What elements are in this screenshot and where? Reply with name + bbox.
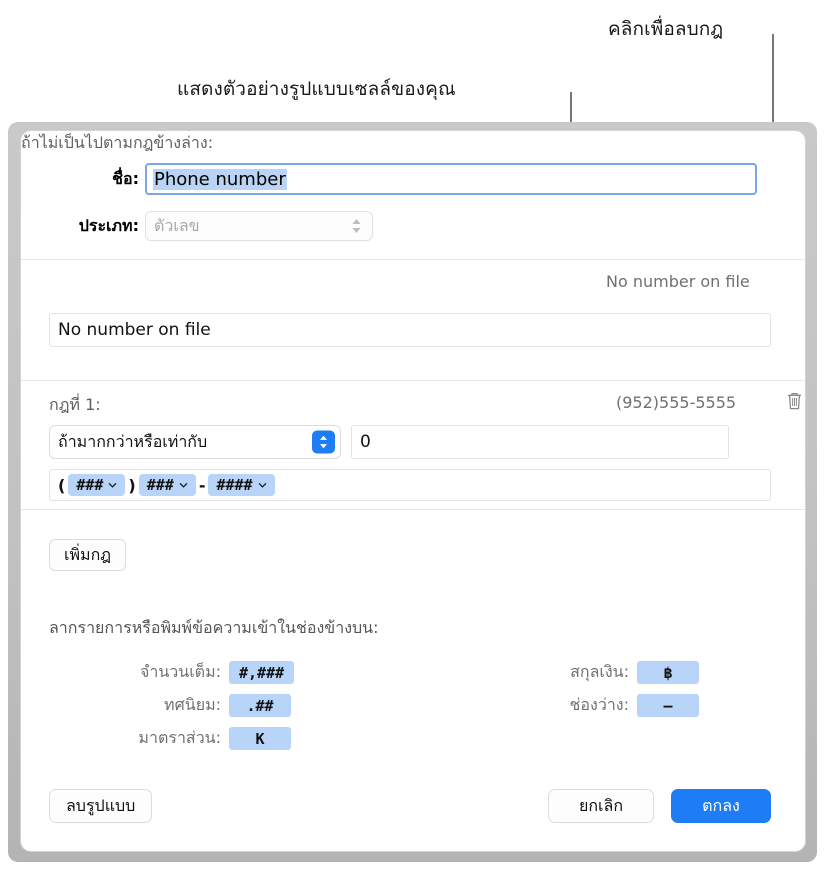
type-row: ประเภท: ตัวเลข xyxy=(21,211,805,241)
palette-token-integer[interactable]: #,### xyxy=(229,661,295,684)
palette-token-scale[interactable]: K xyxy=(229,727,291,750)
palette-token-currency[interactable]: ฿ xyxy=(637,661,699,684)
fallback-preview-text: No number on file xyxy=(606,272,750,291)
chevron-down-icon xyxy=(108,482,117,488)
condition-value-input[interactable]: 0 xyxy=(351,425,729,459)
palette-row-integer: จำนวนเต็ม: #,### xyxy=(103,660,295,685)
cancel-button[interactable]: ยกเลิก xyxy=(548,789,654,823)
palette-label: สกุลเงิน: xyxy=(570,662,629,681)
rule-label: กฎที่ 1: xyxy=(49,395,101,414)
add-rule-button[interactable]: เพิ่มกฎ xyxy=(49,539,126,571)
palette-row-space: ช่องว่าง: – xyxy=(531,693,699,718)
delete-format-button[interactable]: ลบรูปแบบ xyxy=(49,789,153,823)
divider xyxy=(21,259,805,260)
stepper-updown-icon xyxy=(312,430,335,454)
palette-token-decimal[interactable]: .## xyxy=(229,694,291,717)
fallback-label: ถ้าไม่เป็นไปตามกฎข้างล่าง: xyxy=(21,133,214,152)
condition-row: ถ้ามากกว่าหรือเท่ากับ 0 xyxy=(49,425,729,459)
condition-select[interactable]: ถ้ามากกว่าหรือเท่ากับ xyxy=(49,425,341,459)
palette-label: ช่องว่าง: xyxy=(569,695,629,714)
callout-delete-rule: คลิกเพื่อลบกฎ xyxy=(608,18,724,40)
dash-separator: - xyxy=(198,475,206,495)
stepper-updown-icon xyxy=(350,216,363,236)
palette-row-scale: มาตราส่วน: K xyxy=(103,726,291,751)
condition-select-value: ถ้ามากกว่าหรือเท่ากับ xyxy=(58,431,208,451)
open-paren: ( xyxy=(58,475,66,495)
type-select-value: ตัวเลข xyxy=(154,215,200,235)
token-text: #### xyxy=(216,476,253,494)
palette-label: จำนวนเต็ม: xyxy=(139,662,221,681)
palette-row-decimal: ทศนิยม: .## xyxy=(103,693,291,718)
rule-preview-text: (952)555-5555 xyxy=(616,393,737,412)
format-token-line-number[interactable]: #### xyxy=(208,474,275,496)
name-label: ชื่อ: xyxy=(112,168,139,188)
chevron-down-icon xyxy=(179,482,188,488)
trash-icon[interactable] xyxy=(781,387,807,415)
name-input[interactable]: Phone number xyxy=(145,163,757,195)
close-paren: ) xyxy=(128,475,136,495)
ok-button[interactable]: ตกลง xyxy=(671,789,771,823)
chevron-down-icon xyxy=(258,482,267,488)
palette-row-currency: สกุลเงิน: ฿ xyxy=(531,660,699,685)
type-select[interactable]: ตัวเลข xyxy=(145,211,373,241)
name-row: ชื่อ: Phone number xyxy=(21,163,805,195)
fallback-input-value: No number on file xyxy=(58,320,211,340)
palette-token-space[interactable]: – xyxy=(637,694,699,717)
type-label: ประเภท: xyxy=(78,215,139,235)
token-text: ### xyxy=(76,476,104,494)
condition-value-text: 0 xyxy=(360,432,371,452)
format-token-area-code[interactable]: ### xyxy=(68,474,126,496)
cell-format-dialog: ชื่อ: Phone number ประเภท: ตัวเลข ถ้าไม่… xyxy=(20,130,806,852)
divider xyxy=(21,380,805,381)
format-token-field[interactable]: ( ### ) ### - #### xyxy=(49,469,771,501)
divider xyxy=(21,509,805,510)
palette-label: ทศนิยม: xyxy=(164,695,221,714)
palette-label: มาตราส่วน: xyxy=(138,728,221,747)
fallback-input[interactable]: No number on file xyxy=(49,313,771,347)
name-input-value: Phone number xyxy=(153,168,287,190)
drag-hint-text: ลากรายการหรือพิมพ์ข้อความเข้าในช่องข้างบ… xyxy=(49,618,379,637)
format-token-prefix[interactable]: ### xyxy=(138,474,196,496)
callout-preview-format: แสดงตัวอย่างรูปแบบเซลล์ของคุณ xyxy=(177,78,456,100)
token-text: ### xyxy=(146,476,174,494)
